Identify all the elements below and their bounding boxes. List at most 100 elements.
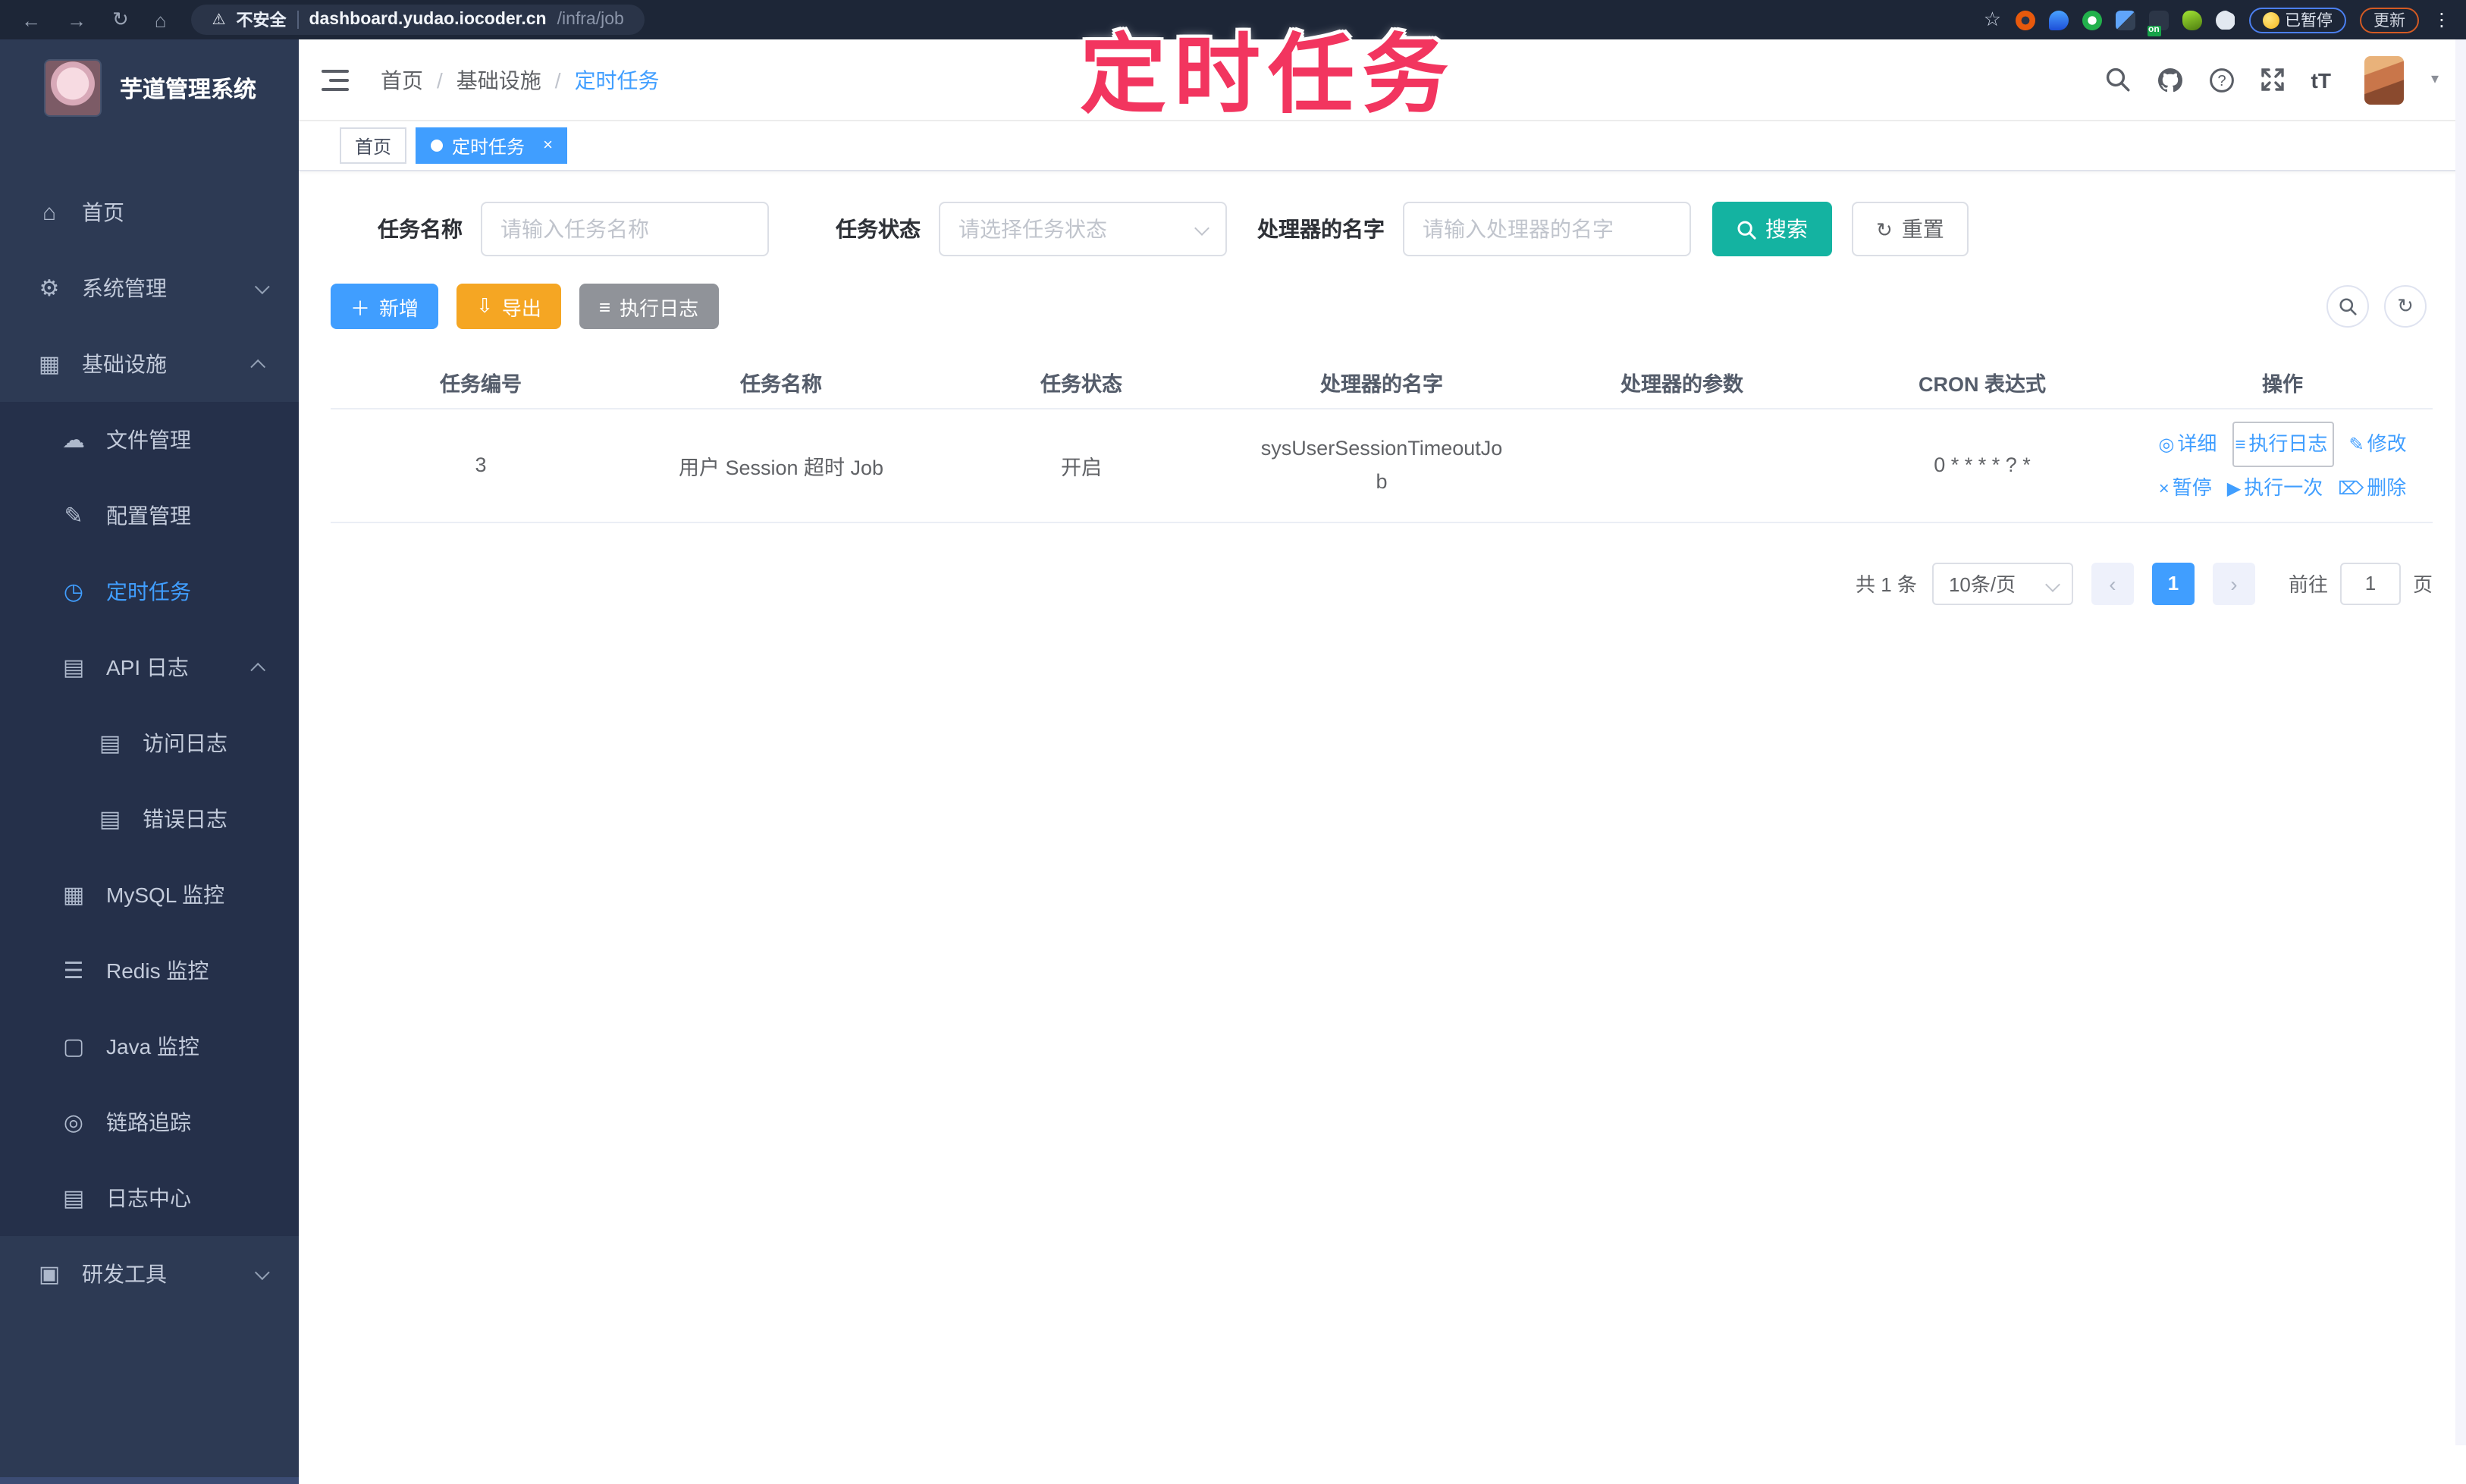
sidebar-item-system[interactable]: ⚙ 系统管理 [0, 250, 299, 326]
extension-icon[interactable]: on [2147, 10, 2168, 36]
security-label[interactable]: 不安全 [236, 8, 286, 32]
browser-update-button[interactable]: 更新 [2360, 7, 2419, 33]
app-logo-row[interactable]: 芋道管理系统 [0, 39, 299, 132]
current-page-button[interactable]: 1 [2151, 562, 2195, 605]
sidebar-collapse-icon[interactable] [322, 69, 349, 90]
sidebar-item-mysql-monitor[interactable]: ▦ MySQL 监控 [0, 857, 299, 933]
caret-down-icon[interactable]: ▾ [2431, 71, 2439, 88]
goto-label: 前往 [2288, 573, 2328, 597]
sidebar-empty-space [0, 1312, 299, 1477]
breadcrumb-home[interactable]: 首页 [381, 64, 423, 95]
col-handler-name: 处理器的名字 [1320, 372, 1443, 395]
home-menu-icon: ⌂ [42, 199, 57, 225]
profile-paused-chip[interactable]: 已暂停 [2248, 7, 2346, 33]
extension-icon[interactable] [2115, 10, 2135, 30]
browser-menu-icon[interactable]: ⋮ [2433, 9, 2451, 30]
address-bar[interactable]: ⚠ 不安全 dashboard.yudao.iocoder.cn/infra/j… [190, 5, 645, 35]
goto-page-input[interactable] [2339, 562, 2401, 605]
edit-link[interactable]: ✎ 修改 [2348, 432, 2406, 455]
col-job-id: 任务编号 [440, 372, 522, 395]
sidebar-item-file-manage[interactable]: ☁ 文件管理 [0, 402, 299, 478]
sidebar-item-trace[interactable]: ◎ 链路追踪 [0, 1084, 299, 1160]
job-status-select-field[interactable] [958, 217, 1207, 241]
sidebar-item-access-log[interactable]: ▤ 访问日志 [0, 705, 299, 781]
run-once-link[interactable]: ▶ 执行一次 [2227, 475, 2323, 498]
paused-label: 已暂停 [2285, 11, 2333, 30]
sidebar-item-java-monitor[interactable]: ▢ Java 监控 [0, 1009, 299, 1084]
extension-icon[interactable] [2015, 10, 2035, 30]
show-search-toggle-button[interactable] [2326, 285, 2369, 328]
sidebar-item-label: 日志中心 [106, 1186, 191, 1210]
add-button-label: 新增 [379, 296, 419, 319]
forward-icon[interactable]: → [67, 8, 86, 31]
sidebar-item-dev-tools[interactable]: ▣ 研发工具 [0, 1236, 299, 1312]
sidebar-item-api-log[interactable]: ▤ API 日志 [0, 629, 299, 705]
sidebar-item-label: MySQL 监控 [106, 883, 225, 907]
extensions-puzzle-icon[interactable] [2215, 10, 2235, 30]
col-job-name: 任务名称 [740, 372, 822, 395]
sidebar-item-infra[interactable]: ▦ 基础设施 [0, 326, 299, 402]
font-size-icon[interactable]: tT [2311, 67, 2331, 92]
table-row: 3 用户 Session 超时 Job 开启 sysUserSessionTim… [331, 409, 2433, 523]
sidebar-item-error-log[interactable]: ▤ 错误日志 [0, 781, 299, 857]
delete-link[interactable]: ⌦ 删除 [2338, 475, 2406, 498]
cell-job-name: 用户 Session 超时 Job [678, 456, 884, 479]
job-name-input-field[interactable] [500, 217, 749, 241]
bookmark-star-icon[interactable]: ☆ [1984, 8, 2001, 32]
toolbox-icon: ▣ [38, 1262, 61, 1288]
pencil-icon: ✎ [2348, 434, 2364, 455]
extension-icon[interactable] [2182, 10, 2201, 30]
breadcrumb-infra[interactable]: 基础设施 [456, 64, 541, 95]
add-button[interactable]: ＋ 新增 [331, 284, 439, 329]
table-toolbar: ＋ 新增 ⇩ 导出 ≡ 执行日志 ↻ [331, 282, 2433, 331]
sidebar-item-config-manage[interactable]: ✎ 配置管理 [0, 478, 299, 554]
row-exec-log-link[interactable]: ≡ 执行日志 [2235, 432, 2327, 455]
job-name-label: 任务名称 [378, 217, 463, 241]
detail-link[interactable]: ◎ 详细 [2158, 432, 2217, 455]
sidebar-item-label: 链路追踪 [106, 1110, 191, 1134]
page-scrollbar[interactable] [2455, 39, 2466, 1445]
refresh-button[interactable]: ↻ [2384, 285, 2427, 328]
help-icon[interactable]: ? [2208, 66, 2235, 93]
home-icon[interactable]: ⌂ [155, 8, 167, 31]
handler-name-input-field[interactable] [1423, 217, 1671, 241]
search-icon[interactable] [2105, 66, 2132, 93]
cell-cron: 0 * * * * ? * [1934, 453, 2031, 477]
page-size-select[interactable]: 10条/页 [1931, 562, 2073, 605]
search-button[interactable]: 搜索 [1712, 202, 1832, 256]
timer-icon: ◷ [63, 579, 84, 605]
exec-log-button[interactable]: ≡ 执行日志 [579, 284, 719, 329]
sidebar-item-log-center[interactable]: ▤ 日志中心 [0, 1160, 299, 1236]
database-icon: ▦ [62, 883, 85, 908]
job-name-input[interactable] [481, 202, 769, 256]
export-button[interactable]: ⇩ 导出 [456, 284, 561, 329]
github-icon[interactable] [2157, 66, 2184, 93]
chevron-up-icon [250, 358, 266, 374]
reset-icon: ↻ [1876, 218, 1893, 240]
fullscreen-icon[interactable] [2260, 66, 2287, 93]
pause-link[interactable]: × 暂停 [2159, 475, 2212, 498]
reload-icon[interactable]: ↻ [112, 8, 129, 32]
sidebar-item-home[interactable]: ⌂ 首页 [0, 174, 299, 250]
sidebar-item-scheduled-job[interactable]: ◷ 定时任务 [0, 554, 299, 629]
back-icon[interactable]: ← [21, 8, 41, 31]
sidebar-item-redis-monitor[interactable]: ☰ Redis 监控 [0, 933, 299, 1009]
eye-icon: ◎ [63, 1110, 84, 1136]
next-page-button[interactable]: › [2212, 562, 2255, 605]
handler-name-input[interactable] [1403, 202, 1691, 256]
chevron-up-icon [250, 661, 266, 677]
tag-home[interactable]: 首页 [340, 127, 407, 164]
tag-scheduled-job[interactable]: 定时任务 × [416, 127, 568, 164]
reset-button[interactable]: ↻ 重置 [1852, 202, 1969, 256]
extension-icon[interactable] [2048, 10, 2068, 30]
extension-icon[interactable] [2082, 10, 2101, 30]
cell-handler-name: sysUserSessionTimeoutJob [1260, 437, 1503, 493]
plus-icon: ＋ [350, 296, 371, 319]
job-status-select[interactable] [939, 202, 1227, 256]
tag-close-icon[interactable]: × [543, 136, 553, 155]
chevron-down-icon [254, 278, 270, 294]
url-host: dashboard.yudao.iocoder.cn [309, 11, 547, 29]
prev-page-button[interactable]: ‹ [2091, 562, 2134, 605]
sidebar-item-label: 错误日志 [143, 807, 227, 831]
user-avatar[interactable] [2364, 55, 2404, 104]
